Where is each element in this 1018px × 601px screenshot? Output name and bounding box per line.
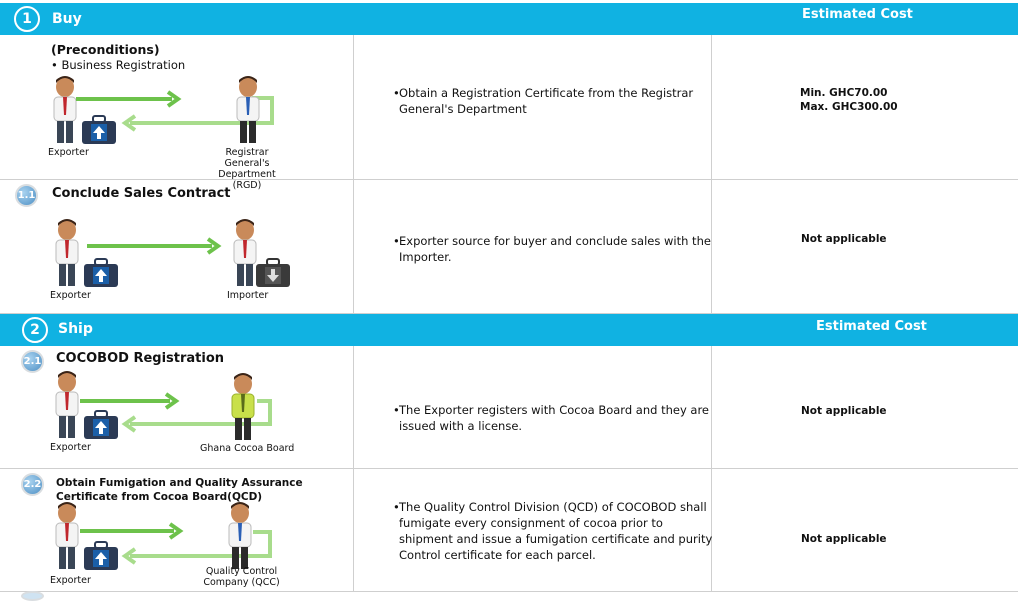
flow-diagram (53, 75, 274, 145)
step-row-2-1: 2.1 COCOBOD Registration Exporter Ghana … (0, 346, 1018, 469)
cost-min: Min. GHC70.00 (800, 87, 888, 99)
importer-figure (233, 218, 257, 287)
cocoa-board-figure (231, 372, 255, 441)
cost-value: Not applicable (801, 533, 887, 545)
registrar-figure (236, 75, 260, 144)
step-badge: 2.1 (21, 350, 44, 373)
estimated-cost-header: Estimated Cost (816, 319, 927, 334)
section-number: 2 (22, 317, 48, 343)
cost-max: Max. GHC300.00 (800, 101, 898, 113)
cost-value: Not applicable (801, 405, 887, 417)
column-divider (353, 180, 354, 313)
section-number: 1 (14, 6, 40, 32)
exporter-figure (55, 370, 79, 439)
exporter-figure (55, 501, 79, 570)
step-badge: 1.1 (15, 184, 38, 207)
step-badge: 2.2 (21, 473, 44, 496)
exporter-figure (53, 75, 77, 144)
column-divider (353, 346, 354, 468)
step-title: COCOBOD Registration (56, 351, 225, 366)
party-label-from: Exporter (50, 575, 91, 586)
party-label-from: Exporter (50, 290, 91, 301)
briefcase-icon (254, 258, 292, 288)
step-description: • Exporter source for buyer and conclude … (393, 234, 711, 264)
column-divider (353, 35, 354, 179)
briefcase-icon (82, 541, 120, 571)
cost-value: Not applicable (801, 233, 887, 245)
preconditions-title: (Preconditions) (51, 42, 160, 57)
step-title: Conclude Sales Contract (52, 186, 231, 201)
section-header-buy: 1 Buy Estimated Cost (0, 3, 1018, 35)
step-title: Obtain Fumigation and Quality Assurance … (56, 477, 303, 503)
exporter-figure (55, 218, 79, 287)
next-step-badge (21, 591, 44, 601)
briefcase-icon (80, 115, 118, 145)
party-label-from: Exporter (50, 442, 91, 453)
preconditions-item: • Business Registration (51, 58, 186, 72)
step-row-2-2: 2.2 Obtain Fumigation and Quality Assura… (0, 469, 1018, 592)
flow-diagram (55, 501, 272, 571)
cost-value: Min. GHC70.00 Max. GHC300.00 (800, 86, 898, 114)
party-label-from: Exporter (48, 147, 89, 158)
briefcase-icon (82, 410, 120, 440)
step-description: • Obtain a Registration Certificate from … (393, 86, 694, 116)
precondition-row: (Preconditions) • Business Registration … (0, 35, 1018, 191)
party-label-to: Ghana Cocoa Board (200, 443, 295, 454)
section-header-ship: 2 Ship Estimated Cost (0, 314, 1018, 346)
party-label-to: Quality Control Company (QCC) (203, 566, 280, 588)
step-description: • The Exporter registers with Cocoa Board… (393, 403, 710, 433)
briefcase-icon (82, 258, 120, 288)
estimated-cost-header: Estimated Cost (802, 7, 913, 22)
section-title: Ship (58, 321, 93, 337)
qcc-figure (228, 501, 252, 570)
flow-diagram (55, 218, 292, 288)
preconditions: (Preconditions) • Business Registration (51, 42, 185, 72)
column-divider (353, 469, 354, 591)
step-row-1-1: 1.1 Conclude Sales Contract Exporter Imp… (0, 180, 1018, 314)
party-label-to: Importer (227, 290, 269, 301)
section-title: Buy (52, 11, 82, 27)
step-description: • The Quality Control Division (QCD) of C… (393, 500, 713, 562)
flow-diagram (55, 370, 272, 441)
